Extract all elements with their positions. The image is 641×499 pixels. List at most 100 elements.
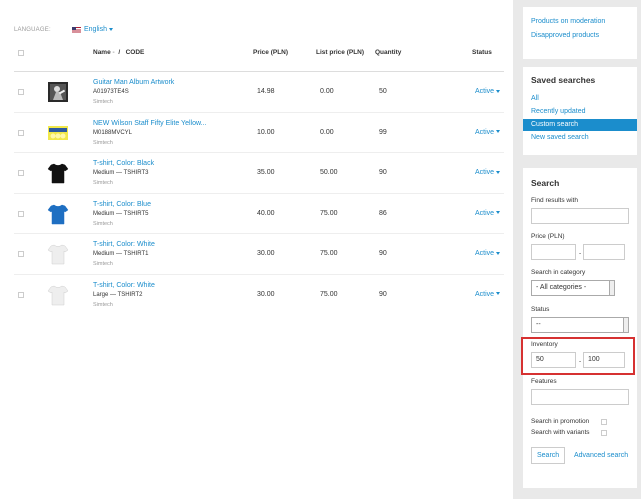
product-code: M0188MVCYL	[93, 129, 133, 136]
product-vendor: Simtech	[93, 139, 113, 146]
row-checkbox[interactable]	[18, 291, 24, 298]
status-select[interactable]: --	[531, 317, 629, 333]
product-list-price[interactable]: 75.00	[320, 210, 338, 217]
product-name-link[interactable]: T-shirt, Color: Blue	[93, 201, 151, 208]
features-input[interactable]	[531, 389, 629, 405]
product-price[interactable]: 30.00	[257, 291, 275, 298]
product-list-price[interactable]: 75.00	[320, 250, 338, 257]
inventory-highlight-box	[521, 337, 635, 375]
product-code: A01973TE4S	[93, 89, 129, 95]
status-dropdown[interactable]: Active	[475, 129, 501, 136]
product-price[interactable]: 30.00	[257, 250, 275, 257]
product-quantity[interactable]: 90	[379, 250, 387, 257]
product-quantity[interactable]: 50	[379, 88, 387, 95]
saved-searches-panel: Saved searches All Recently updated Cust…	[523, 67, 637, 155]
search-button[interactable]: Search	[531, 447, 566, 464]
caret-down-icon	[108, 27, 113, 31]
quantity-column-header[interactable]: Quantity	[375, 49, 401, 56]
table-row: NEW Wilson Staff Fifty Elite Yellow... M0…	[14, 113, 504, 153]
product-list-price[interactable]: 50.00	[320, 169, 338, 176]
caret-down-icon	[496, 211, 501, 215]
product-name-link[interactable]: Guitar Man Album Artwork	[93, 79, 174, 86]
saved-search-new[interactable]: New saved search	[523, 132, 637, 144]
product-name-link[interactable]: T-shirt, Color: White	[93, 282, 155, 289]
search-panel-title: Search	[531, 178, 560, 188]
product-quantity[interactable]: 90	[379, 169, 387, 176]
caret-down-icon	[496, 89, 501, 93]
price-separator: -	[579, 250, 582, 257]
row-checkbox[interactable]	[18, 251, 24, 257]
advanced-search-link[interactable]: Advanced search	[574, 452, 628, 459]
tshirt-thumbnail[interactable]	[47, 284, 69, 306]
product-price[interactable]: 10.00	[257, 129, 275, 136]
find-results-input[interactable]	[531, 208, 629, 224]
select-all-checkbox[interactable]	[18, 50, 24, 56]
product-quantity[interactable]: 99	[379, 129, 387, 136]
product-list-price[interactable]: 0.00	[320, 88, 334, 95]
product-list-price[interactable]: 0.00	[320, 129, 334, 136]
products-on-moderation-link[interactable]: Products on moderation	[531, 18, 605, 25]
language-dropdown[interactable]: English	[84, 26, 113, 33]
status-dropdown[interactable]: Active	[475, 291, 501, 298]
tshirt-thumbnail[interactable]	[47, 203, 69, 225]
language-selector-row: LANGUAGE: English	[14, 26, 113, 33]
search-with-variants-label: Search with variants	[531, 429, 590, 436]
search-in-promotion-checkbox[interactable]	[601, 419, 607, 425]
search-with-variants-checkbox[interactable]	[601, 430, 607, 436]
row-checkbox[interactable]	[18, 89, 24, 95]
product-code: Large — TSHIRT2	[93, 291, 143, 298]
table-row: T-shirt, Color: Blue Medium — TSHIRT5 Simt…	[14, 194, 504, 234]
status-dropdown[interactable]: Active	[475, 169, 501, 176]
product-code: Medium — TSHIRT5	[93, 210, 149, 217]
caret-down-icon	[496, 251, 501, 255]
product-code: Medium — TSHIRT1	[93, 251, 149, 257]
status-dropdown[interactable]: Active	[475, 210, 501, 217]
album-art-thumbnail[interactable]	[47, 81, 69, 103]
product-price[interactable]: 14.98	[257, 88, 275, 95]
main-content: LANGUAGE: English Name - / CODE Price (P…	[0, 0, 513, 499]
product-name-link[interactable]: T-shirt, Color: White	[93, 241, 155, 248]
row-checkbox[interactable]	[18, 210, 24, 217]
product-price[interactable]: 35.00	[257, 169, 275, 176]
product-quantity[interactable]: 90	[379, 291, 387, 298]
row-checkbox[interactable]	[18, 170, 24, 176]
saved-search-recently-updated[interactable]: Recently updated	[523, 106, 637, 118]
golf-balls-thumbnail[interactable]	[47, 122, 69, 144]
language-label: LANGUAGE:	[14, 26, 51, 33]
product-vendor: Simtech	[93, 220, 113, 227]
disapproved-products-link[interactable]: Disapproved products	[531, 32, 599, 39]
product-vendor: Simtech	[93, 301, 113, 308]
tshirt-thumbnail[interactable]	[47, 243, 69, 265]
saved-search-all[interactable]: All	[523, 93, 637, 105]
status-dropdown[interactable]: Active	[475, 88, 501, 95]
search-in-promotion-label: Search in promotion	[531, 418, 590, 425]
price-label: Price (PLN)	[531, 233, 565, 240]
product-quantity[interactable]: 86	[379, 210, 387, 217]
saved-searches-title: Saved searches	[531, 75, 596, 85]
saved-search-custom[interactable]: Custom search	[523, 119, 637, 131]
table-row: Guitar Man Album Artwork A01973TE4S Simtec…	[14, 72, 504, 113]
price-column-header[interactable]: Price (PLN)	[253, 49, 288, 56]
category-select[interactable]: - All categories -	[531, 280, 615, 296]
caret-down-icon	[496, 292, 501, 296]
status-column-header[interactable]: Status	[472, 49, 492, 56]
product-price[interactable]: 40.00	[257, 210, 275, 217]
price-to-input[interactable]	[583, 244, 625, 260]
find-results-label: Find results with	[531, 197, 578, 204]
product-name-link[interactable]: T-shirt, Color: Black	[93, 160, 154, 167]
product-list: Guitar Man Album Artwork A01973TE4S Simtec…	[14, 72, 504, 315]
select-arrow-icon	[623, 318, 628, 332]
price-from-input[interactable]	[531, 244, 576, 260]
name-column-header[interactable]: Name - / CODE	[93, 49, 144, 56]
row-checkbox[interactable]	[18, 129, 24, 136]
table-row: T-shirt, Color: White Large — TSHIRT2 Simt…	[14, 275, 504, 316]
select-arrow-icon	[609, 281, 614, 295]
moderation-panel: Products on moderation Disapproved produ…	[523, 7, 637, 59]
product-list-price[interactable]: 75.00	[320, 291, 338, 298]
product-vendor: Simtech	[93, 261, 113, 267]
status-label: Status	[531, 306, 550, 313]
list-price-column-header[interactable]: List price (PLN)	[316, 49, 364, 56]
product-name-link[interactable]: NEW Wilson Staff Fifty Elite Yellow...	[93, 120, 206, 127]
status-dropdown[interactable]: Active	[475, 250, 501, 257]
tshirt-thumbnail[interactable]	[47, 162, 69, 184]
